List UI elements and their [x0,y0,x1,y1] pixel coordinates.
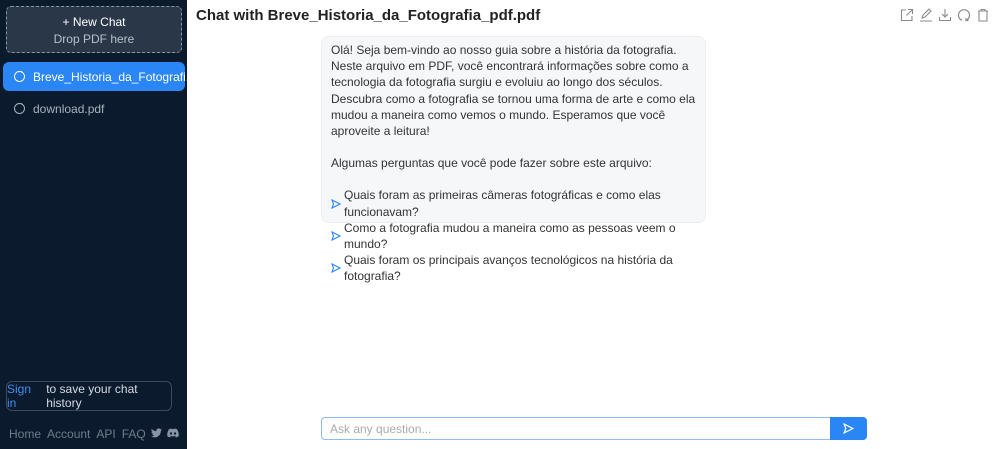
question-text: Quais foram os principais avanços tecnol… [344,253,673,284]
new-chat-dropzone[interactable]: + New Chat Drop PDF here [6,6,182,53]
prompt-text: Algumas perguntas que você pode fazer so… [331,156,652,171]
sidebar-item-download[interactable]: download.pdf [3,94,185,123]
signin-text: to save your chat history [46,382,138,410]
chat-bubble-icon [14,99,25,114]
page-title: Chat with Breve_Historia_da_Fotografia_p… [196,7,541,24]
send-arrow-icon [331,198,341,209]
send-button[interactable] [830,417,867,440]
sidebar-item-label: download.pdf [33,101,105,116]
suggested-question[interactable]: Como a fotografia mudou a maneira como a… [331,220,696,252]
drop-pdf-label: Drop PDF here [53,32,135,46]
assistant-message: Olá! Seja bem-vindo ao nosso guia sobre … [321,36,706,283]
question-text: Como a fotografia mudou a maneira como a… [344,220,676,252]
signin-box: Sign in to save your chat history [6,381,172,411]
sidebar-item-label: Breve_Historia_da_Fotografi... [33,69,196,84]
download-icon[interactable] [938,8,952,22]
footer-home-link[interactable]: Home [9,427,41,441]
intro-text: Olá! Seja bem-vindo ao nosso guia sobre … [331,43,696,139]
send-arrow-icon [331,263,341,274]
question-input[interactable] [321,417,830,440]
sidebar-item-breve-historia[interactable]: Breve_Historia_da_Fotografi... [3,62,196,91]
trash-icon[interactable] [976,8,990,22]
sign-in-link[interactable]: Sign in [7,382,42,410]
footer-account-link[interactable]: Account [47,427,90,441]
suggested-question[interactable]: Quais foram os principais avanços tecnol… [331,252,696,284]
suggested-question[interactable]: Quais foram as primeiras câmeras fotográ… [331,187,696,219]
twitter-icon[interactable] [151,428,162,438]
edit-icon[interactable] [919,8,933,22]
footer-api-link[interactable]: API [96,427,115,441]
sidebar: + New Chat Drop PDF here Breve_Historia_… [0,0,196,449]
footer-faq-link[interactable]: FAQ [122,427,146,441]
header-toolbar [900,8,990,22]
refresh-icon[interactable] [957,8,971,22]
footer-links: Home Account API FAQ [9,427,146,441]
chat-bubble-icon [14,67,25,82]
new-chat-label: New Chat [72,15,126,29]
plus-icon: + [62,15,73,29]
social-links [151,428,179,438]
send-icon [843,423,854,434]
send-arrow-icon [331,231,341,242]
discord-icon[interactable] [167,428,179,438]
share-icon[interactable] [900,8,914,22]
chat-input-bar [321,417,867,440]
question-text: Quais foram as primeiras câmeras fotográ… [344,188,661,219]
